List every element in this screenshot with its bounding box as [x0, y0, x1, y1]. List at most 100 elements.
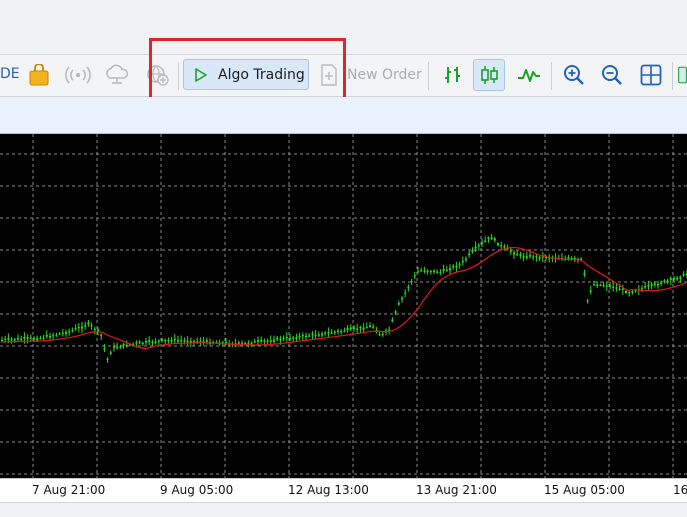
candle-body: [417, 271, 419, 273]
price-chart[interactable]: [0, 134, 687, 478]
candle-body: [301, 334, 304, 337]
candle-body: [13, 339, 16, 341]
candlestick-chart-icon[interactable]: [473, 59, 505, 91]
price-chart-svg: [0, 134, 687, 478]
new-order-button[interactable]: New Order: [347, 67, 422, 83]
bar-chart-icon[interactable]: [439, 62, 465, 88]
candle-body: [68, 331, 71, 333]
candle-body: [679, 276, 682, 279]
candle-body: [573, 257, 576, 260]
cloud-hosting-icon[interactable]: [103, 62, 131, 88]
candle-body: [317, 334, 320, 336]
candle-body: [33, 338, 35, 340]
candle-body: [84, 325, 87, 327]
candle-body: [116, 347, 119, 349]
candle-body: [525, 256, 528, 259]
candle-body: [157, 340, 160, 342]
candle-body: [484, 240, 487, 243]
tile-windows-icon[interactable]: [638, 62, 664, 88]
candle-body: [628, 291, 631, 294]
candle-body: [458, 264, 461, 266]
candle-body: [669, 278, 672, 281]
candle-body: [583, 273, 586, 275]
candle-body: [410, 280, 413, 283]
candle-body: [183, 340, 186, 342]
candle-body: [321, 333, 323, 336]
candle-body: [289, 337, 291, 340]
bottom-panel-edge: [0, 502, 687, 517]
candle-body: [305, 335, 307, 338]
candle-body: [20, 338, 23, 341]
candle-body: [353, 327, 355, 330]
toolbar-separator: [551, 62, 552, 90]
candle-body: [631, 291, 634, 293]
candle-body: [164, 339, 167, 341]
signals-icon[interactable]: [64, 62, 92, 88]
zoom-in-icon[interactable]: [561, 62, 587, 88]
candle-body: [330, 332, 333, 334]
candle-body: [253, 341, 256, 343]
candle-body: [61, 332, 64, 334]
candle-body: [567, 257, 570, 259]
toolbar-separator: [428, 62, 429, 90]
candle-body: [292, 337, 295, 339]
toolbar-overflow-icon[interactable]: [678, 59, 687, 91]
candle-body: [439, 271, 442, 274]
line-chart-icon[interactable]: [515, 62, 543, 88]
candle-body: [369, 325, 371, 327]
candle-body: [647, 285, 650, 287]
candle-body: [138, 341, 141, 344]
candle-body: [263, 340, 266, 342]
candle-body: [337, 330, 339, 332]
candle-body: [29, 337, 32, 339]
candle-body: [449, 268, 451, 271]
candle-body: [241, 342, 243, 345]
candle-body: [349, 327, 352, 330]
candle-body: [359, 326, 362, 329]
candle-body: [442, 269, 445, 271]
time-axis-label: 9 Aug 05:00: [160, 483, 234, 497]
candle-body: [247, 343, 250, 345]
candle-body: [4, 338, 7, 340]
candle-body: [71, 330, 74, 332]
candle-body: [487, 237, 490, 239]
candle-body: [429, 271, 432, 273]
candle-body: [372, 326, 375, 328]
candle-body: [90, 325, 93, 327]
time-axis: 7 Aug 21:00 9 Aug 05:00 12 Aug 13:00 13 …: [0, 478, 687, 503]
candle-body: [609, 285, 611, 287]
candle-body: [295, 337, 298, 339]
candle-body: [119, 346, 122, 348]
candle-body: [161, 339, 163, 341]
candle-body: [381, 333, 384, 335]
candle-body: [52, 335, 55, 337]
candle-body: [87, 322, 90, 325]
chart-tab-strip: [0, 97, 687, 134]
zoom-out-icon[interactable]: [599, 62, 625, 88]
candle-body: [529, 255, 531, 257]
candle-body: [641, 288, 643, 290]
candle-body: [532, 256, 535, 258]
toolbar-left-fragment[interactable]: DE: [0, 66, 20, 82]
candle-body: [23, 337, 26, 339]
candle-body: [625, 291, 627, 293]
candle-body: [481, 242, 483, 244]
candle-body: [81, 326, 83, 329]
candle-body: [279, 339, 282, 341]
candle-body: [461, 260, 464, 263]
candle-body: [474, 246, 477, 249]
time-axis-label: 15 Aug 05:00: [544, 483, 625, 497]
candle-body: [602, 285, 605, 287]
candle-body: [650, 283, 653, 286]
candle-body: [465, 258, 467, 260]
market-bag-icon[interactable]: [26, 62, 52, 88]
candle-body: [516, 254, 519, 256]
candle-body: [391, 319, 394, 322]
candle-body: [388, 329, 391, 331]
time-axis-label: 13 Aug 21:00: [416, 483, 497, 497]
candle-body: [77, 327, 80, 329]
candle-body: [612, 286, 615, 288]
time-axis-label: 16: [673, 483, 687, 497]
candle-body: [433, 270, 435, 272]
candle-body: [311, 333, 314, 336]
